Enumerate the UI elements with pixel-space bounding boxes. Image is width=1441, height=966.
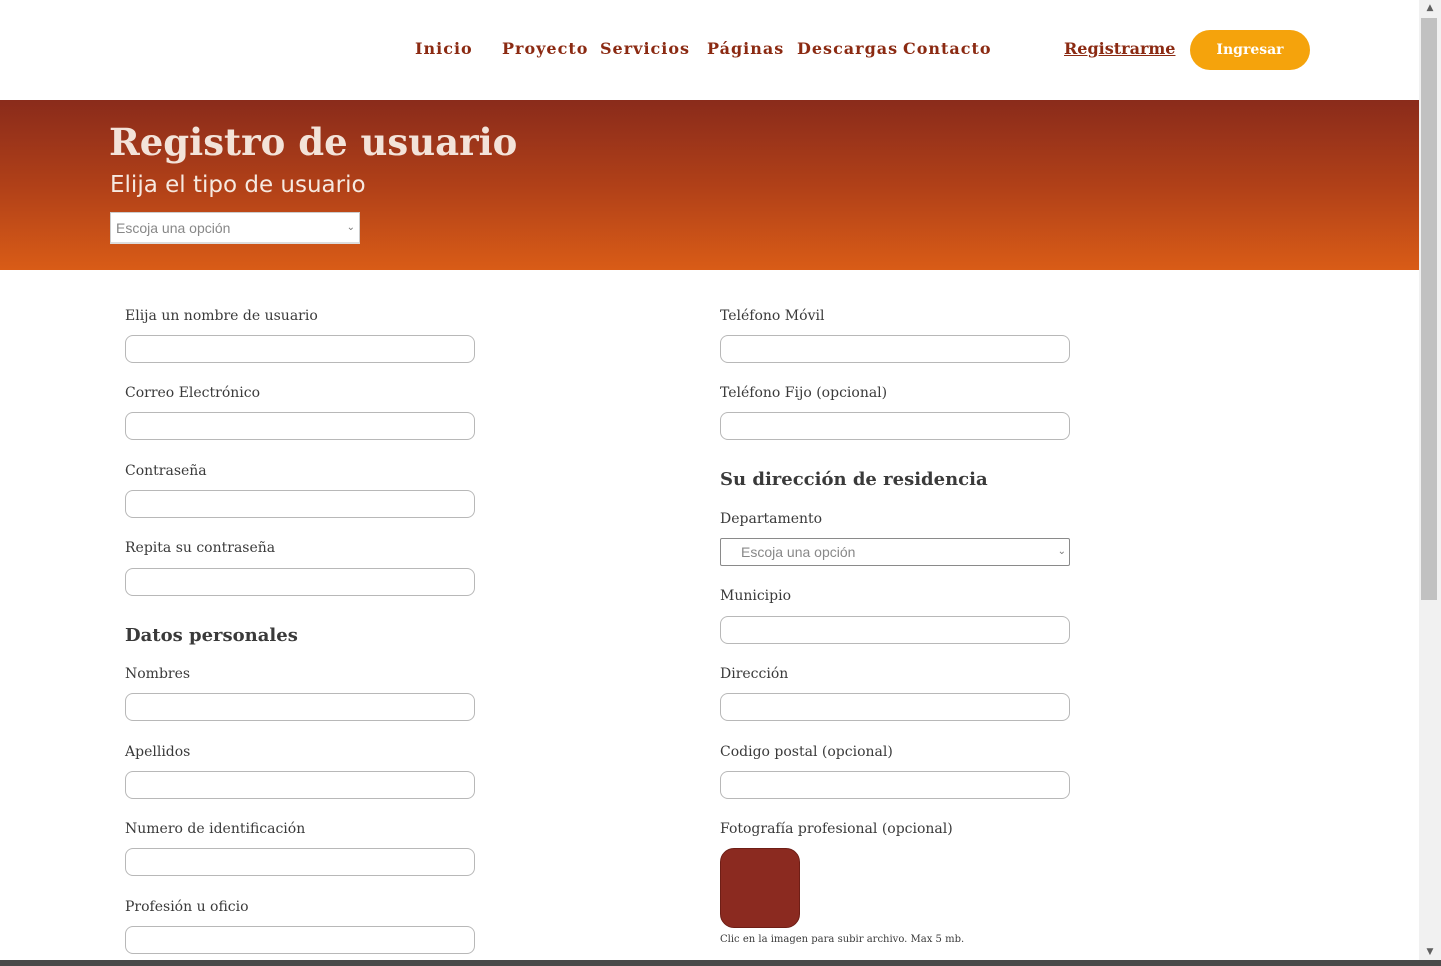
department-label: Departamento (720, 511, 823, 527)
chevron-down-icon: ⌄ (346, 222, 355, 233)
user-type-select[interactable]: Escoja una opción ⌄ (110, 212, 360, 244)
profession-input[interactable] (125, 926, 475, 954)
username-label: Elija un nombre de usuario (125, 308, 318, 324)
nav-proyecto[interactable]: Proyecto (502, 39, 588, 58)
personal-data-title: Datos personales (125, 625, 298, 646)
repeat-password-label: Repita su contraseña (125, 540, 276, 556)
nav-inicio[interactable]: Inicio (415, 39, 473, 58)
top-navigation: Inicio Proyecto Servicios Páginas Descar… (0, 0, 1419, 100)
address-label: Dirección (720, 666, 789, 682)
user-type-select-value: Escoja una opción (116, 220, 231, 236)
page-scrollbar[interactable]: ▲ ▼ (1419, 0, 1441, 960)
scroll-up-icon[interactable]: ▲ (1419, 0, 1441, 16)
postal-code-label: Codigo postal (opcional) (720, 744, 893, 760)
scroll-down-icon[interactable]: ▼ (1419, 944, 1441, 960)
landline-label: Teléfono Fijo (opcional) (720, 385, 888, 401)
username-input[interactable] (125, 335, 475, 363)
municipality-input[interactable] (720, 616, 1070, 644)
id-number-input[interactable] (125, 848, 475, 876)
password-input[interactable] (125, 490, 475, 518)
profession-label: Profesión u oficio (125, 899, 249, 915)
nav-descargas[interactable]: Descargas (797, 39, 898, 58)
page-subtitle: Elija el tipo de usuario (110, 172, 366, 198)
repeat-password-input[interactable] (125, 568, 475, 596)
id-number-label: Numero de identificación (125, 821, 306, 837)
page-banner: Registro de usuario Elija el tipo de usu… (0, 100, 1419, 270)
window-bottom-edge (0, 960, 1441, 966)
department-select-value: Escoja una opción (741, 544, 856, 560)
photo-upload-hint: Clic en la imagen para subir archivo. Ma… (720, 934, 965, 945)
chevron-down-icon: ⌄ (1057, 546, 1066, 557)
mobile-phone-label: Teléfono Móvil (720, 308, 825, 324)
address-section-title: Su dirección de residencia (720, 469, 988, 490)
landline-input[interactable] (720, 412, 1070, 440)
nav-servicios[interactable]: Servicios (600, 39, 690, 58)
names-label: Nombres (125, 666, 191, 682)
login-button[interactable]: Ingresar (1190, 30, 1310, 70)
lastnames-input[interactable] (125, 771, 475, 799)
address-input[interactable] (720, 693, 1070, 721)
scrollbar-thumb[interactable] (1421, 18, 1437, 600)
password-label: Contraseña (125, 463, 207, 479)
lastnames-label: Apellidos (125, 744, 191, 760)
department-select[interactable]: Escoja una opción ⌄ (720, 538, 1070, 566)
email-label: Correo Electrónico (125, 385, 261, 401)
nav-paginas[interactable]: Páginas (707, 39, 784, 58)
email-input[interactable] (125, 412, 475, 440)
municipality-label: Municipio (720, 588, 792, 604)
photo-label: Fotografía profesional (opcional) (720, 821, 953, 837)
nav-contacto[interactable]: Contacto (903, 39, 992, 58)
mobile-phone-input[interactable] (720, 335, 1070, 363)
postal-code-input[interactable] (720, 771, 1070, 799)
names-input[interactable] (125, 693, 475, 721)
page-title: Registro de usuario (109, 120, 518, 164)
photo-upload-button[interactable] (720, 848, 800, 928)
register-link[interactable]: Registrarme (1064, 39, 1175, 58)
